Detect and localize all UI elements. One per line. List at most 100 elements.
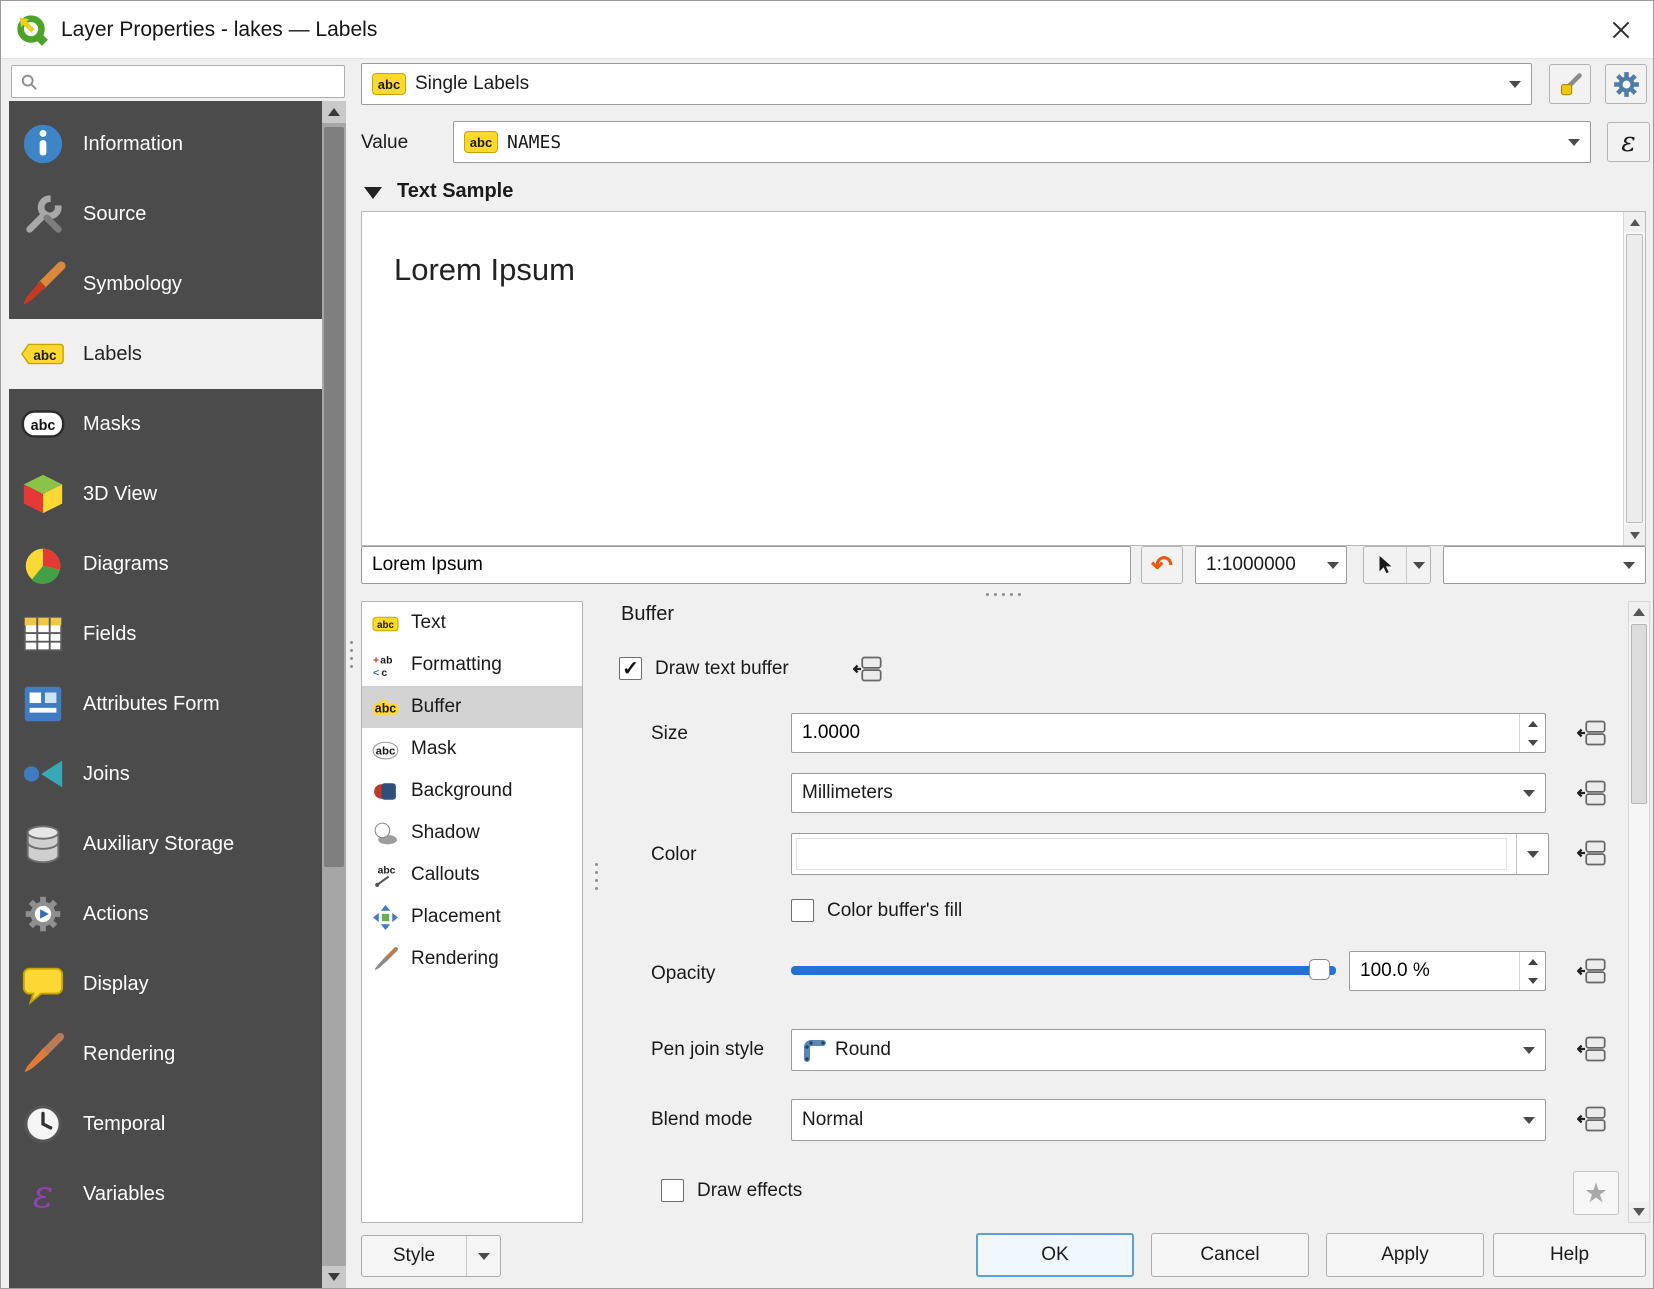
scroll-down-icon[interactable] [1629, 1202, 1649, 1222]
value-expression-combobox[interactable]: abc NAMES [453, 121, 1591, 163]
tab-callouts[interactable]: abc Callouts [362, 854, 582, 896]
cancel-button[interactable]: Cancel [1151, 1233, 1309, 1277]
opacity-override-button[interactable] [1571, 953, 1613, 989]
units-override-button[interactable] [1571, 775, 1613, 811]
clock-icon [24, 1105, 62, 1143]
label-mode-combobox[interactable]: abc Single Labels [361, 63, 1532, 105]
buffer-panel-scrollbar[interactable] [1628, 601, 1650, 1223]
buffer-units-combobox[interactable]: Millimeters [791, 773, 1546, 813]
tab-placement[interactable]: Placement [362, 896, 582, 938]
tab-label: Background [411, 780, 513, 801]
opacity-input[interactable] [1350, 952, 1519, 990]
reset-sample-button[interactable]: ↶ [1141, 546, 1183, 584]
scroll-up-icon[interactable] [1624, 212, 1645, 232]
tab-mask[interactable]: abc Mask [362, 728, 582, 770]
labels-icon: abc [21, 343, 64, 365]
paintbrush-icon [24, 1032, 65, 1073]
scroll-down-icon[interactable] [322, 1266, 346, 1288]
layer-properties-dialog: Layer Properties - lakes — Labels Inform… [0, 0, 1654, 1289]
sample-text-input[interactable] [362, 547, 1130, 583]
pen-join-style-combobox[interactable]: Round [791, 1029, 1546, 1071]
sidebar-item-attributes-form[interactable]: Attributes Form [9, 669, 322, 739]
sidebar-item-label: Attributes Form [83, 692, 220, 715]
dropdown-arrow-icon [1613, 547, 1645, 583]
dropdown-arrow-icon [1320, 547, 1346, 583]
tab-rendering[interactable]: Rendering [362, 938, 582, 980]
auto-placement-settings-button[interactable] [1549, 64, 1591, 104]
sidebar-item-temporal[interactable]: Temporal [9, 1089, 322, 1159]
scroll-up-icon[interactable] [322, 101, 346, 123]
sidebar-item-masks[interactable]: abc Masks [9, 389, 322, 459]
buffer-size-input[interactable] [792, 714, 1519, 752]
help-button[interactable]: Help [1493, 1233, 1646, 1277]
sidebar-item-information[interactable]: Information [9, 109, 322, 179]
apply-button[interactable]: Apply [1326, 1233, 1484, 1277]
color-override-button[interactable] [1571, 835, 1613, 871]
draw-buffer-override-button[interactable] [847, 651, 889, 687]
spin-down-icon[interactable] [1520, 733, 1545, 752]
shadow-tab-icon [374, 822, 397, 844]
sidebar-item-source[interactable]: Source [9, 179, 322, 249]
star-icon: ★ [1583, 1177, 1609, 1208]
units-value: Millimeters [802, 782, 893, 803]
color-buffers-fill-checkbox[interactable] [791, 899, 814, 922]
size-override-button[interactable] [1571, 715, 1613, 751]
preview-background-combobox[interactable] [1443, 546, 1646, 584]
close-button[interactable] [1605, 14, 1637, 46]
tab-buffer[interactable]: abc abc Buffer [362, 686, 582, 728]
sidebar-item-display[interactable]: Display [9, 949, 322, 1019]
scroll-up-icon[interactable] [1629, 602, 1649, 622]
dropdown-arrow-icon[interactable] [1406, 547, 1430, 583]
tab-formatting[interactable]: + ab < c Formatting [362, 644, 582, 686]
blend-mode-combobox[interactable]: Normal [791, 1099, 1546, 1141]
blend-mode-override-button[interactable] [1571, 1101, 1613, 1137]
tab-text[interactable]: abc Text [362, 602, 582, 644]
sidebar-item-fields[interactable]: Fields [9, 599, 322, 669]
search-input[interactable] [45, 71, 336, 92]
sidebar-item-label: Temporal [83, 1112, 166, 1135]
tab-panel-splitter-handle[interactable] [595, 863, 598, 890]
spin-up-icon[interactable] [1520, 714, 1545, 733]
sidebar-item-actions[interactable]: Actions [9, 879, 322, 949]
sidebar-item-labels[interactable]: abc Labels [9, 319, 322, 389]
sidebar-item-symbology[interactable]: Symbology [9, 249, 322, 319]
sidebar-item-auxiliary-storage[interactable]: Auxiliary Storage [9, 809, 322, 879]
scroll-down-icon[interactable] [1624, 525, 1645, 545]
opacity-slider[interactable] [791, 959, 1336, 981]
sidebar-item-diagrams[interactable]: Diagrams [9, 529, 322, 599]
pen-join-override-button[interactable] [1571, 1031, 1613, 1067]
style-menu-button[interactable]: Style [361, 1235, 501, 1277]
source-icon [26, 194, 64, 233]
slider-handle[interactable] [1309, 959, 1330, 980]
labeling-settings-button[interactable] [1605, 64, 1647, 104]
scrollbar-thumb[interactable] [1626, 234, 1643, 523]
draw-text-buffer-checkbox[interactable]: ✓ [619, 657, 642, 680]
buffer-color-button[interactable] [791, 833, 1549, 875]
collapse-triangle-icon[interactable] [364, 187, 382, 199]
spin-up-icon[interactable] [1520, 952, 1545, 971]
sidebar-scrollbar[interactable] [322, 101, 346, 1288]
scrollbar-thumb[interactable] [324, 127, 344, 867]
ok-button[interactable]: OK [976, 1233, 1134, 1277]
expression-builder-button[interactable]: ε [1607, 122, 1650, 162]
dropdown-arrow-icon[interactable] [1516, 834, 1548, 874]
effects-customize-button[interactable]: ★ [1573, 1171, 1619, 1215]
text-sample-section-title: Text Sample [397, 180, 514, 202]
sidebar-item-label: Source [83, 202, 147, 225]
sidebar-item-3d-view[interactable]: 3D View [9, 459, 322, 529]
sidebar-item-rendering[interactable]: Rendering [9, 1019, 322, 1089]
sidebar-item-joins[interactable]: Joins [9, 739, 322, 809]
preview-scrollbar[interactable] [1623, 212, 1645, 545]
horizontal-splitter-handle[interactable] [986, 593, 1021, 596]
tab-shadow[interactable]: Shadow [362, 812, 582, 854]
draw-effects-checkbox[interactable] [661, 1179, 684, 1202]
spin-down-icon[interactable] [1520, 971, 1545, 990]
sidebar-item-variables[interactable]: ε Variables [9, 1159, 322, 1229]
preview-scale-combobox[interactable]: 1:1000000 [1195, 546, 1347, 584]
left-splitter-handle[interactable] [350, 641, 353, 668]
scrollbar-thumb[interactable] [1631, 624, 1647, 804]
table-icon [23, 616, 63, 652]
tab-background[interactable]: Background [362, 770, 582, 812]
map-canvas-scale-button[interactable] [1363, 546, 1431, 584]
blend-mode-label: Blend mode [651, 1109, 753, 1130]
